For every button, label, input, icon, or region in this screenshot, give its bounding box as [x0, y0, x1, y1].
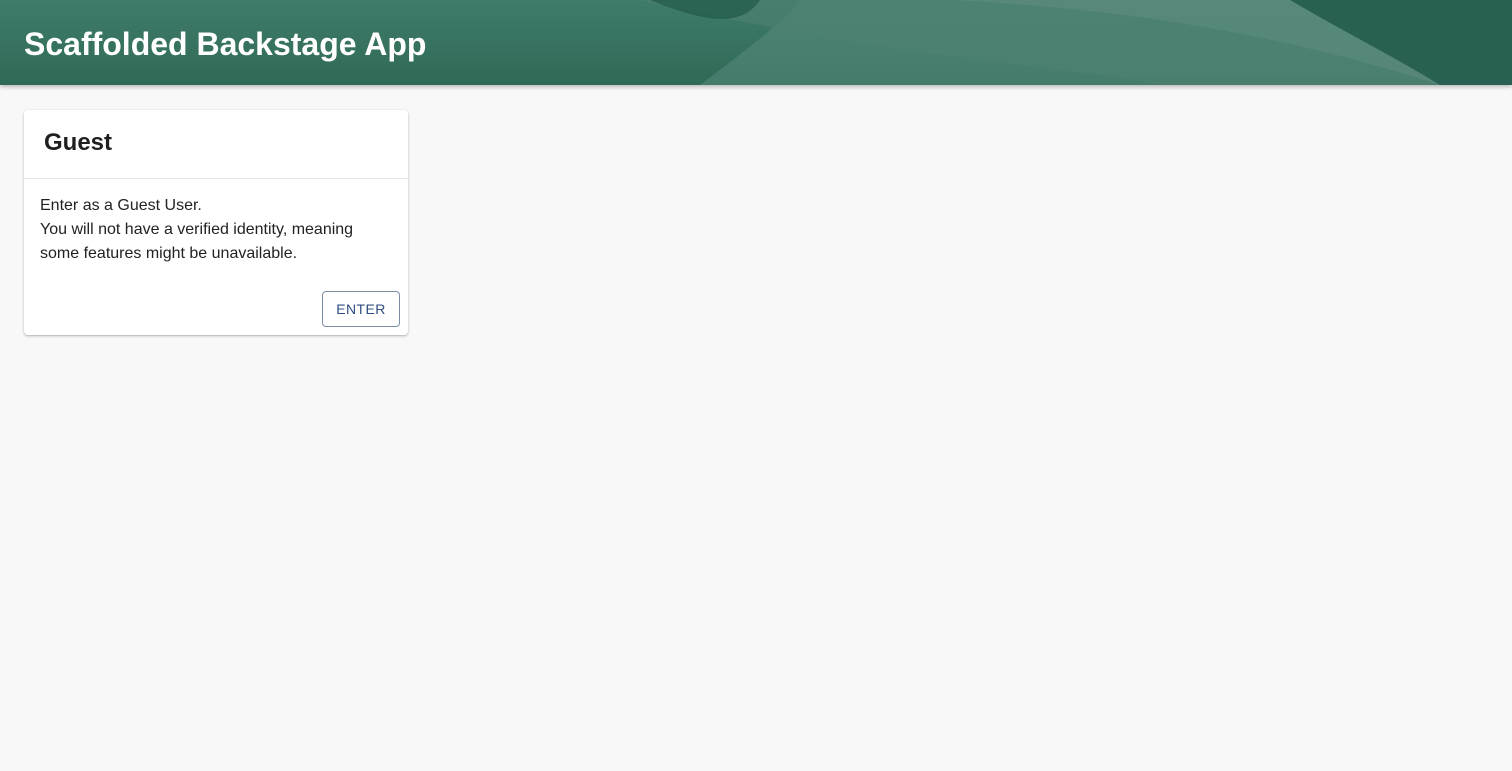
card-description: Enter as a Guest User. You will not have…: [40, 194, 392, 266]
app-title: Scaffolded Backstage App: [24, 26, 427, 62]
description-line: You will not have a verified identity, m…: [40, 221, 354, 238]
enter-button[interactable]: ENTER: [322, 291, 400, 327]
description-line: some features might be unavailable.: [40, 245, 298, 262]
card-header: Guest: [24, 110, 408, 179]
description-line: Enter as a Guest User.: [40, 197, 202, 214]
app-header: Scaffolded Backstage App: [0, 0, 1512, 85]
card-title: Guest: [44, 129, 113, 156]
guest-sign-in-card: Guest Enter as a Guest User. You will no…: [24, 110, 408, 335]
